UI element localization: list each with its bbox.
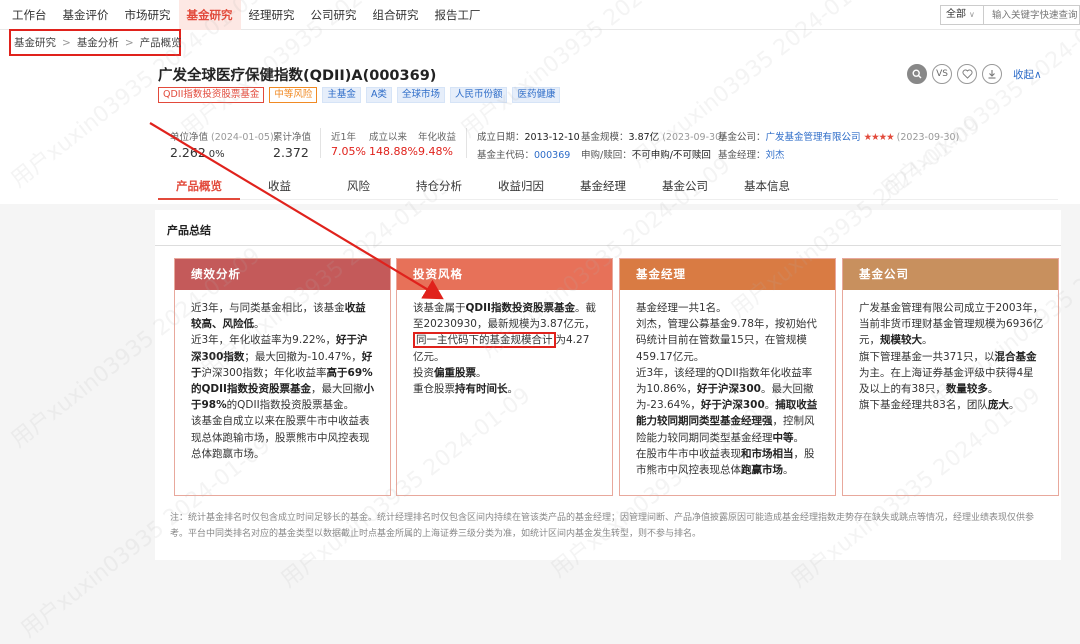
company-label: 基金公司： (718, 132, 766, 143)
tab-bar: 产品概览 收益 风险 持仓分析 收益归因 基金经理 基金公司 基本信息 (158, 174, 808, 200)
breadcrumb-item[interactable]: 基金分析 (77, 35, 119, 50)
return-inception-value: 148.88% (369, 145, 418, 158)
fund-tag: 主基金 (322, 87, 361, 103)
tab-item[interactable]: 收益 (240, 174, 319, 200)
favorite-heart-icon[interactable] (957, 64, 977, 84)
fund-tag: 全球市场 (396, 87, 445, 103)
nav-item[interactable]: 基金研究 (178, 0, 241, 30)
footnote: 注：统计基金排名时仅包含成立时间足够长的基金。统计经理排名时仅包含区间内持续在管… (170, 513, 1035, 539)
nav-label-text: 单位净值 (170, 132, 209, 143)
scale-value: 3.87亿 (628, 132, 660, 143)
fund-tag: QDII指数投资股票基金 (158, 87, 265, 103)
nav-item[interactable]: 公司研究 (303, 0, 365, 30)
tab-item[interactable]: 产品概览 (158, 174, 240, 200)
code-label: 基金主代码： (477, 150, 535, 161)
nav-item[interactable]: 经理研究 (241, 0, 303, 30)
summary-card-body: 广发基金管理有限公司成立于2003年，当前非货币理财基金管理规模为6936亿元，… (859, 302, 1044, 412)
inception-date: 成立日期：2013-12-10 (477, 129, 580, 143)
summary-card: 投资风格该基金属于QDII指数投资股票基金。截至20230930，最新规模为3.… (396, 258, 613, 496)
manager-label: 基金经理： (718, 150, 766, 161)
breadcrumb-separator-icon: > (62, 36, 71, 49)
cum-nav-label: 累计净值 (273, 132, 312, 143)
scope-select-value: 全部 (946, 9, 966, 20)
summary-card: 基金公司广发基金管理有限公司成立于2003年，当前非货币理财基金管理规模为693… (842, 258, 1059, 496)
breadcrumb-item[interactable]: 基金研究 (14, 35, 56, 50)
collapse-link[interactable]: 收起∧ (1013, 67, 1042, 82)
search-icon[interactable] (907, 64, 927, 84)
inception-value: 2013-12-10 (524, 132, 580, 143)
nav-item[interactable]: 报告工厂 (427, 0, 489, 30)
summary-card-title: 绩效分析 (175, 259, 390, 290)
annualized-return-value: 9.48% (418, 145, 453, 158)
subscribe-value: 不可申购/不可赎回 (631, 150, 711, 161)
fund-title: 广发全球医疗保健指数(QDII)A(000369) (158, 68, 437, 84)
fund-code: 基金主代码：000369 (477, 147, 570, 161)
summary-divider (155, 245, 1061, 246)
tab-item[interactable]: 基金公司 (644, 174, 726, 200)
nav-date: (2024-01-05) (211, 132, 274, 143)
summary-title: 产品总结 (167, 224, 211, 237)
breadcrumb: 基金研究 > 基金分析 > 产品概览 (9, 29, 182, 56)
summary-card-title: 基金公司 (843, 259, 1058, 290)
nav-item[interactable]: 基金评价 (55, 0, 117, 30)
nav-item[interactable]: 组合研究 (365, 0, 427, 30)
fund-tag: 人民币份额 (449, 87, 508, 103)
fund-actions: VS 收起∧ (907, 64, 1042, 84)
return-inception-label: 成立以来 (369, 132, 408, 143)
download-icon[interactable] (982, 64, 1002, 84)
company-link[interactable]: 广发基金管理有限公司 (766, 132, 861, 143)
nav-value: 2.262 0% (170, 145, 225, 160)
quick-search-input[interactable] (984, 5, 1080, 25)
subscribe-label: 申购/赎回： (581, 150, 632, 161)
summary-card: 绩效分析近3年，与同类基金相比，该基金收益较高、风险低。 近3年，年化收益率为9.… (174, 258, 391, 496)
summary-card-title: 基金经理 (620, 259, 835, 290)
fund-company: 基金公司：广发基金管理有限公司 ★★★★ (2023-09-30) (718, 129, 959, 143)
company-date: (2023-09-30) (896, 132, 960, 143)
summary-card: 基金经理基金经理一共1名。 刘杰，管理公募基金9.78年，按初始代码统计目前在管数… (619, 258, 836, 496)
summary-card-body: 基金经理一共1名。 刘杰，管理公募基金9.78年，按初始代码统计目前在管数量15只… (636, 302, 818, 477)
fund-tags: QDII指数投资股票基金 中等风险 主基金 A类 全球市场 人民币份额 医药健康 (158, 87, 561, 103)
fund-tag: 医药健康 (512, 87, 561, 103)
breadcrumb-separator-icon: > (124, 36, 134, 49)
tab-item[interactable]: 风险 (319, 174, 398, 200)
tab-item[interactable]: 基金经理 (562, 174, 644, 200)
breadcrumb-item-current: 产品概览 (139, 37, 182, 49)
code-link[interactable]: 000369 (534, 150, 570, 161)
chevron-down-icon: ∨ (969, 10, 975, 19)
scale-date: (2023-09-30) (662, 132, 725, 143)
top-nav: 工作台 基金评价 市场研究 基金研究 经理研究 公司研究 组合研究 报告工厂 全部 ∨ (0, 0, 1080, 30)
nav-menu: 工作台 基金评价 市场研究 基金研究 经理研究 公司研究 组合研究 报告工厂 (0, 0, 489, 30)
compare-button[interactable]: VS (932, 64, 952, 84)
fund-scale: 基金规模：3.87亿 (2023-09-30) (581, 129, 725, 143)
divider (320, 128, 321, 158)
tab-item[interactable]: 持仓分析 (398, 174, 480, 200)
inception-label: 成立日期： (477, 132, 525, 143)
subscribe-redeem: 申购/赎回：不可申购/不可赎回 (581, 147, 711, 161)
manager-link[interactable]: 刘杰 (766, 150, 785, 161)
nav-change: 0% (208, 149, 225, 160)
return-1y-label: 近1年 (331, 132, 357, 143)
rating-stars-icon: ★★★★ (863, 132, 895, 143)
scope-select[interactable]: 全部 ∨ (940, 5, 984, 25)
fund-tag: 中等风险 (269, 87, 318, 103)
nav-value-number: 2.262 (170, 145, 206, 160)
tab-item[interactable]: 收益归因 (480, 174, 562, 200)
nav-label: 单位净值 (2024-01-05) (170, 129, 274, 143)
fund-manager: 基金经理：刘杰 (718, 147, 785, 161)
scale-label: 基金规模： (581, 132, 629, 143)
nav-item[interactable]: 市场研究 (117, 0, 179, 30)
divider (466, 128, 467, 158)
nav-item[interactable]: 工作台 (0, 0, 55, 30)
return-1y-value: 7.05% (331, 145, 366, 158)
cum-nav-value: 2.372 (273, 145, 309, 160)
summary-card-body: 近3年，与同类基金相比，该基金收益较高、风险低。 近3年，年化收益率为9.22%，… (191, 302, 374, 460)
fund-tag: A类 (365, 87, 392, 103)
annualized-return-label: 年化收益 (418, 132, 457, 143)
tab-item[interactable]: 基本信息 (726, 174, 808, 200)
summary-card-title: 投资风格 (397, 259, 612, 290)
summary-card-body: 该基金属于QDII指数投资股票基金。截至20230930，最新规模为3.87亿元… (413, 302, 596, 396)
